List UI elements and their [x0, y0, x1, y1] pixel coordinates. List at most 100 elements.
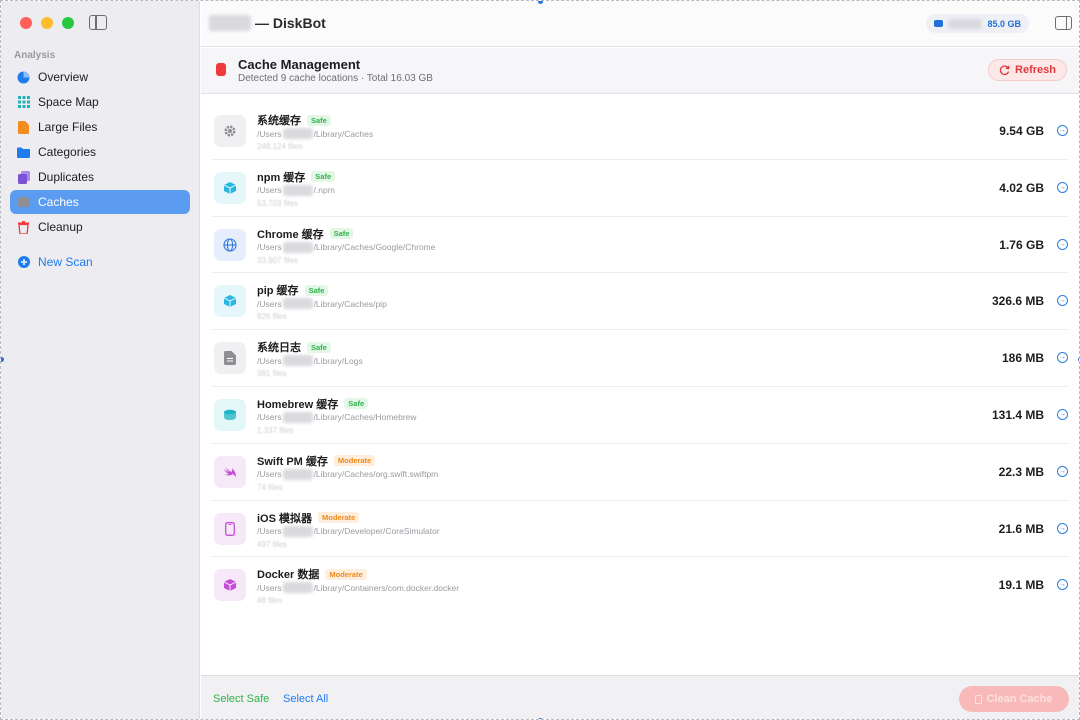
redacted-volume-name [209, 15, 251, 31]
cache-path-prefix: /Users [257, 412, 282, 423]
main-content: — DiskBot 85.0 GB Cache Management Detec… [201, 1, 1079, 719]
reveal-in-finder-icon[interactable]: → [1057, 579, 1068, 591]
iphone-icon [214, 512, 246, 545]
zoom-window-button[interactable] [62, 17, 74, 29]
cache-name-wrap: pip 缓存 Safe [257, 282, 329, 298]
minimize-window-button[interactable] [41, 17, 53, 29]
cache-row[interactable]: 系统日志 Safe/Users/Library/Logs 381 files 186 … [212, 330, 1068, 387]
sidebar-item-label: Overview [38, 70, 89, 84]
close-window-button[interactable] [20, 17, 32, 29]
reveal-in-finder-icon[interactable]: → [1057, 408, 1068, 420]
sidebar-item-space-map[interactable]: Space Map [10, 90, 190, 114]
reveal-in-finder-icon[interactable]: → [1057, 181, 1068, 193]
cache-name: iOS 模拟器 [257, 512, 313, 525]
page-subtitle: Detected 9 cache locations · Total 16.03… [238, 73, 433, 84]
disk-free-pill[interactable]: 85.0 GB [926, 14, 1029, 33]
cache-row[interactable]: iOS 模拟器 Moderate/Users/Library/Developer/… [212, 501, 1068, 558]
reveal-in-finder-icon[interactable]: → [1057, 125, 1068, 136]
clean-cache-label: Clean Cache [986, 693, 1053, 705]
cache-name-wrap: Swift PM 缓存 Moderate [257, 453, 376, 469]
sidebar-item-label: Large Files [38, 120, 98, 134]
sidebar-item-caches[interactable]: Caches [10, 190, 190, 214]
cache-row[interactable]: Homebrew 缓存 Safe/Users/Library/Caches/Hom… [212, 387, 1068, 444]
sidebar-item-label: Categories [38, 145, 97, 159]
refresh-icon [999, 64, 1010, 75]
cache-row[interactable]: Chrome 缓存 Safe/Users/Library/Caches/Googl… [212, 217, 1068, 274]
reveal-in-finder-icon[interactable]: → [1057, 522, 1068, 534]
cache-name-wrap: iOS 模拟器 Moderate [257, 510, 360, 526]
redacted-username [282, 582, 313, 594]
cache-path-prefix: /Users [257, 526, 282, 537]
reveal-in-finder-icon[interactable]: → [1057, 465, 1068, 477]
cache-row[interactable]: Docker 数据 Moderate/Users/Library/Containe… [212, 557, 1068, 614]
clean-cache-button[interactable]: Clean Cache [959, 686, 1069, 712]
redacted-username [282, 525, 313, 537]
sidebar-nav: Overview Space Map Large Files Categorie… [10, 65, 190, 275]
cache-path-prefix: /Users [257, 298, 282, 309]
cache-path-suffix: /Library/Containers/com.docker.docker [313, 582, 460, 593]
redacted-username [282, 355, 313, 367]
cache-name: 系统日志 [257, 342, 301, 355]
footer-bar: Select Safe Select All Clean Cache [201, 675, 1079, 719]
redacted-username [282, 411, 313, 423]
cache-name: Docker 数据 [257, 569, 320, 582]
cache-path-suffix: /Library/Caches/Google/Chrome [313, 242, 436, 253]
cache-name-wrap: Chrome 缓存 Safe [257, 226, 354, 242]
cache-icon [17, 196, 30, 209]
reveal-in-finder-icon[interactable]: → [1057, 238, 1068, 250]
cache-path-prefix: /Users [257, 185, 282, 196]
globe-icon [214, 228, 246, 261]
swift-icon [214, 455, 246, 488]
cache-path: /Users/Library/Caches/pip [257, 298, 387, 310]
sidebar-item-label: Cleanup [38, 220, 83, 234]
risk-badge: Safe [344, 398, 369, 410]
cache-name: 系统缓存 [257, 115, 301, 127]
cache-path: /Users/Library/Logs [257, 355, 363, 367]
duplicate-icon [17, 170, 30, 184]
new-scan-button[interactable]: New Scan [10, 250, 190, 274]
cache-row[interactable]: Swift PM 缓存 Moderate/Users/Library/Caches… [212, 444, 1068, 501]
risk-badge: Moderate [318, 512, 360, 524]
cache-size: 131.4 MB [991, 407, 1044, 422]
trash-icon [975, 694, 983, 704]
sidebar-item-cleanup[interactable]: Cleanup [10, 215, 190, 239]
select-safe-button[interactable]: Select Safe [213, 693, 269, 705]
cache-name: npm 缓存 [257, 171, 306, 184]
cache-row[interactable]: npm 缓存 Safe/Users /.npm 53,703 files 4.02 GB… [212, 160, 1068, 217]
cache-path: /Users/Library/Caches/org.swift.swiftpm [257, 468, 438, 480]
inspector-toggle-icon[interactable] [1055, 16, 1072, 30]
reveal-in-finder-icon[interactable]: → [1057, 295, 1068, 307]
cache-size: 21.6 MB [998, 521, 1044, 536]
sidebar-item-overview[interactable]: Overview [10, 65, 190, 89]
sidebar-toggle-icon[interactable] [89, 15, 107, 30]
log-document-icon [214, 342, 246, 375]
cache-row[interactable]: 系统缓存 Safe/Users/Library/Caches 248,124 fil… [212, 103, 1068, 160]
disk-free-label: 85.0 GB [987, 18, 1021, 29]
risk-badge: Moderate [333, 455, 376, 467]
cache-name-wrap: Docker 数据 Moderate [257, 566, 367, 582]
sidebar-item-duplicates[interactable]: Duplicates [10, 165, 190, 189]
risk-badge: Safe [307, 341, 331, 353]
new-scan-label: New Scan [38, 255, 93, 269]
cache-path: /Users/Library/Containers/com.docker.doc… [257, 582, 460, 594]
cache-path-suffix: /Library/Caches/Homebrew [313, 412, 417, 423]
cache-path-prefix: /Users [257, 242, 282, 253]
sidebar-item-large-files[interactable]: Large Files [10, 115, 190, 139]
cache-path-prefix: /Users [257, 582, 282, 593]
sidebar-item-label: Caches [38, 195, 79, 209]
cache-name-wrap: 系统缓存 Safe [257, 112, 331, 128]
folder-icon [17, 146, 30, 159]
reveal-in-finder-icon[interactable]: → [1057, 352, 1068, 364]
plus-circle-icon [17, 256, 30, 269]
cache-path: /Users /.npm [257, 184, 335, 196]
title-bar: — DiskBot 85.0 GB [201, 1, 1079, 47]
drive-icon [934, 20, 944, 27]
cache-row[interactable]: pip 缓存 Safe/Users/Library/Caches/pip 826 f… [212, 273, 1068, 331]
file-count: 48 files [257, 596, 283, 606]
cache-name: Chrome 缓存 [257, 228, 324, 241]
cache-path: /Users/Library/Caches [257, 128, 373, 139]
file-count: 74 files [257, 482, 283, 492]
sidebar-item-categories[interactable]: Categories [10, 140, 190, 164]
select-all-button[interactable]: Select All [283, 693, 328, 705]
refresh-button[interactable]: Refresh [988, 59, 1067, 81]
